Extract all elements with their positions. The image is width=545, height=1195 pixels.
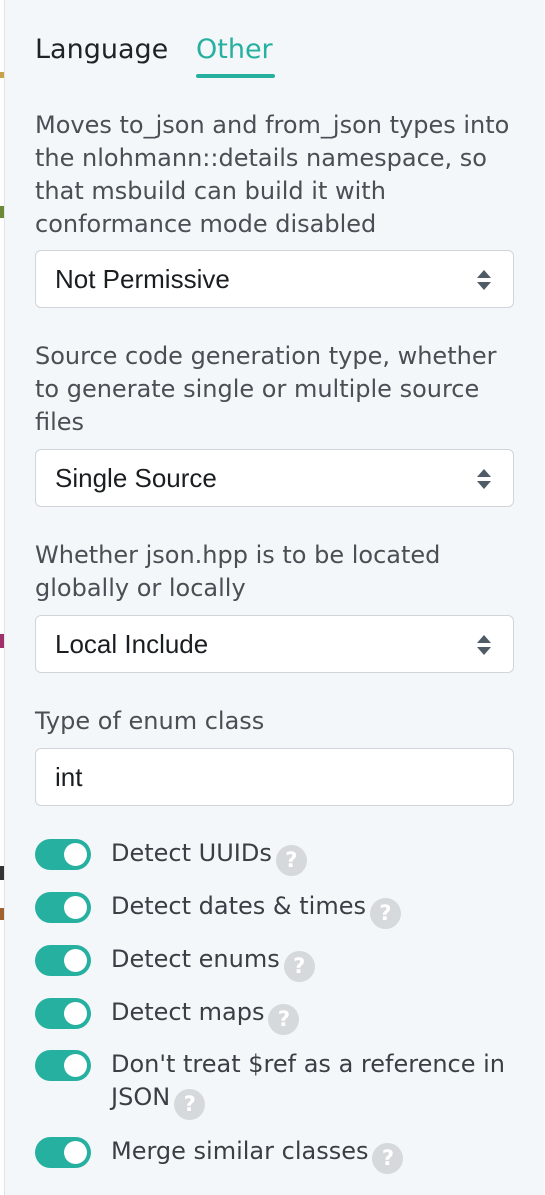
select-arrows-icon [477,469,491,489]
include-location-select[interactable]: Local Include [35,615,514,673]
include-location-select-value: Local Include [55,629,209,659]
detect-uuids-label: Detect UUIDs? [111,837,511,876]
permissive-description: Moves to_json and from_json types into t… [35,111,510,238]
detect-enums-toggle[interactable] [35,945,91,976]
detect-maps-label-text: Detect maps [111,998,265,1026]
toggle-knob [64,1002,87,1025]
toggle-row-merge-classes: Merge similar classes? [35,1137,525,1174]
permissive-select[interactable]: Not Permissive [35,250,514,308]
question-icon[interactable]: ? [275,845,307,876]
toggle-row-detect-maps: Detect maps? [35,998,525,1035]
toggle-row-ignore-ref: Don't treat $ref as a reference in JSON? [35,1050,525,1120]
question-icon[interactable]: ? [268,1004,300,1035]
question-icon[interactable]: ? [372,1143,404,1174]
detect-enums-label-text: Detect enums [111,945,280,973]
options-panel: Language Other Moves to_json and from_js… [4,0,544,1195]
toggle-knob [64,1054,87,1077]
ignore-ref-toggle[interactable] [35,1050,91,1081]
toggle-knob [64,896,87,919]
question-icon[interactable]: ? [283,951,315,982]
source-style-select-value: Single Source [55,463,217,493]
toggle-knob [64,1141,87,1164]
question-icon[interactable]: ? [174,1089,206,1120]
detect-dates-label: Detect dates & times? [111,890,511,929]
permissive-select-value: Not Permissive [55,264,230,294]
ignore-ref-label: Don't treat $ref as a reference in JSON? [111,1048,511,1120]
enum-type-label: Type of enum class [35,707,265,735]
detect-uuids-label-text: Detect UUIDs [111,839,272,867]
toggle-row-detect-dates: Detect dates & times? [35,892,525,929]
toggle-knob [64,949,87,972]
detect-dates-toggle[interactable] [35,892,91,923]
merge-classes-label-text: Merge similar classes [111,1137,369,1165]
enum-type-input[interactable] [35,748,514,806]
detect-enums-label: Detect enums? [111,943,511,982]
tab-other[interactable]: Other [196,30,273,70]
tab-language[interactable]: Language [35,30,168,70]
select-arrows-icon [477,270,491,290]
detect-uuids-toggle[interactable] [35,839,91,870]
merge-classes-label: Merge similar classes? [111,1135,511,1174]
source-style-select[interactable]: Single Source [35,449,514,507]
toggle-knob [64,843,87,866]
detect-dates-label-text: Detect dates & times [111,892,366,920]
question-icon[interactable]: ? [369,898,401,929]
source-style-description: Source code generation type, whether to … [35,342,497,436]
detect-maps-label: Detect maps? [111,996,511,1035]
toggle-row-detect-uuids: Detect UUIDs? [35,839,525,876]
select-arrows-icon [477,635,491,655]
toggle-row-detect-enums: Detect enums? [35,945,525,982]
detect-maps-toggle[interactable] [35,998,91,1029]
include-location-description: Whether json.hpp is to be located global… [35,541,441,602]
merge-classes-toggle[interactable] [35,1137,91,1168]
ignore-ref-label-text: Don't treat $ref as a reference in JSON [111,1050,506,1111]
active-tab-indicator [196,74,275,78]
